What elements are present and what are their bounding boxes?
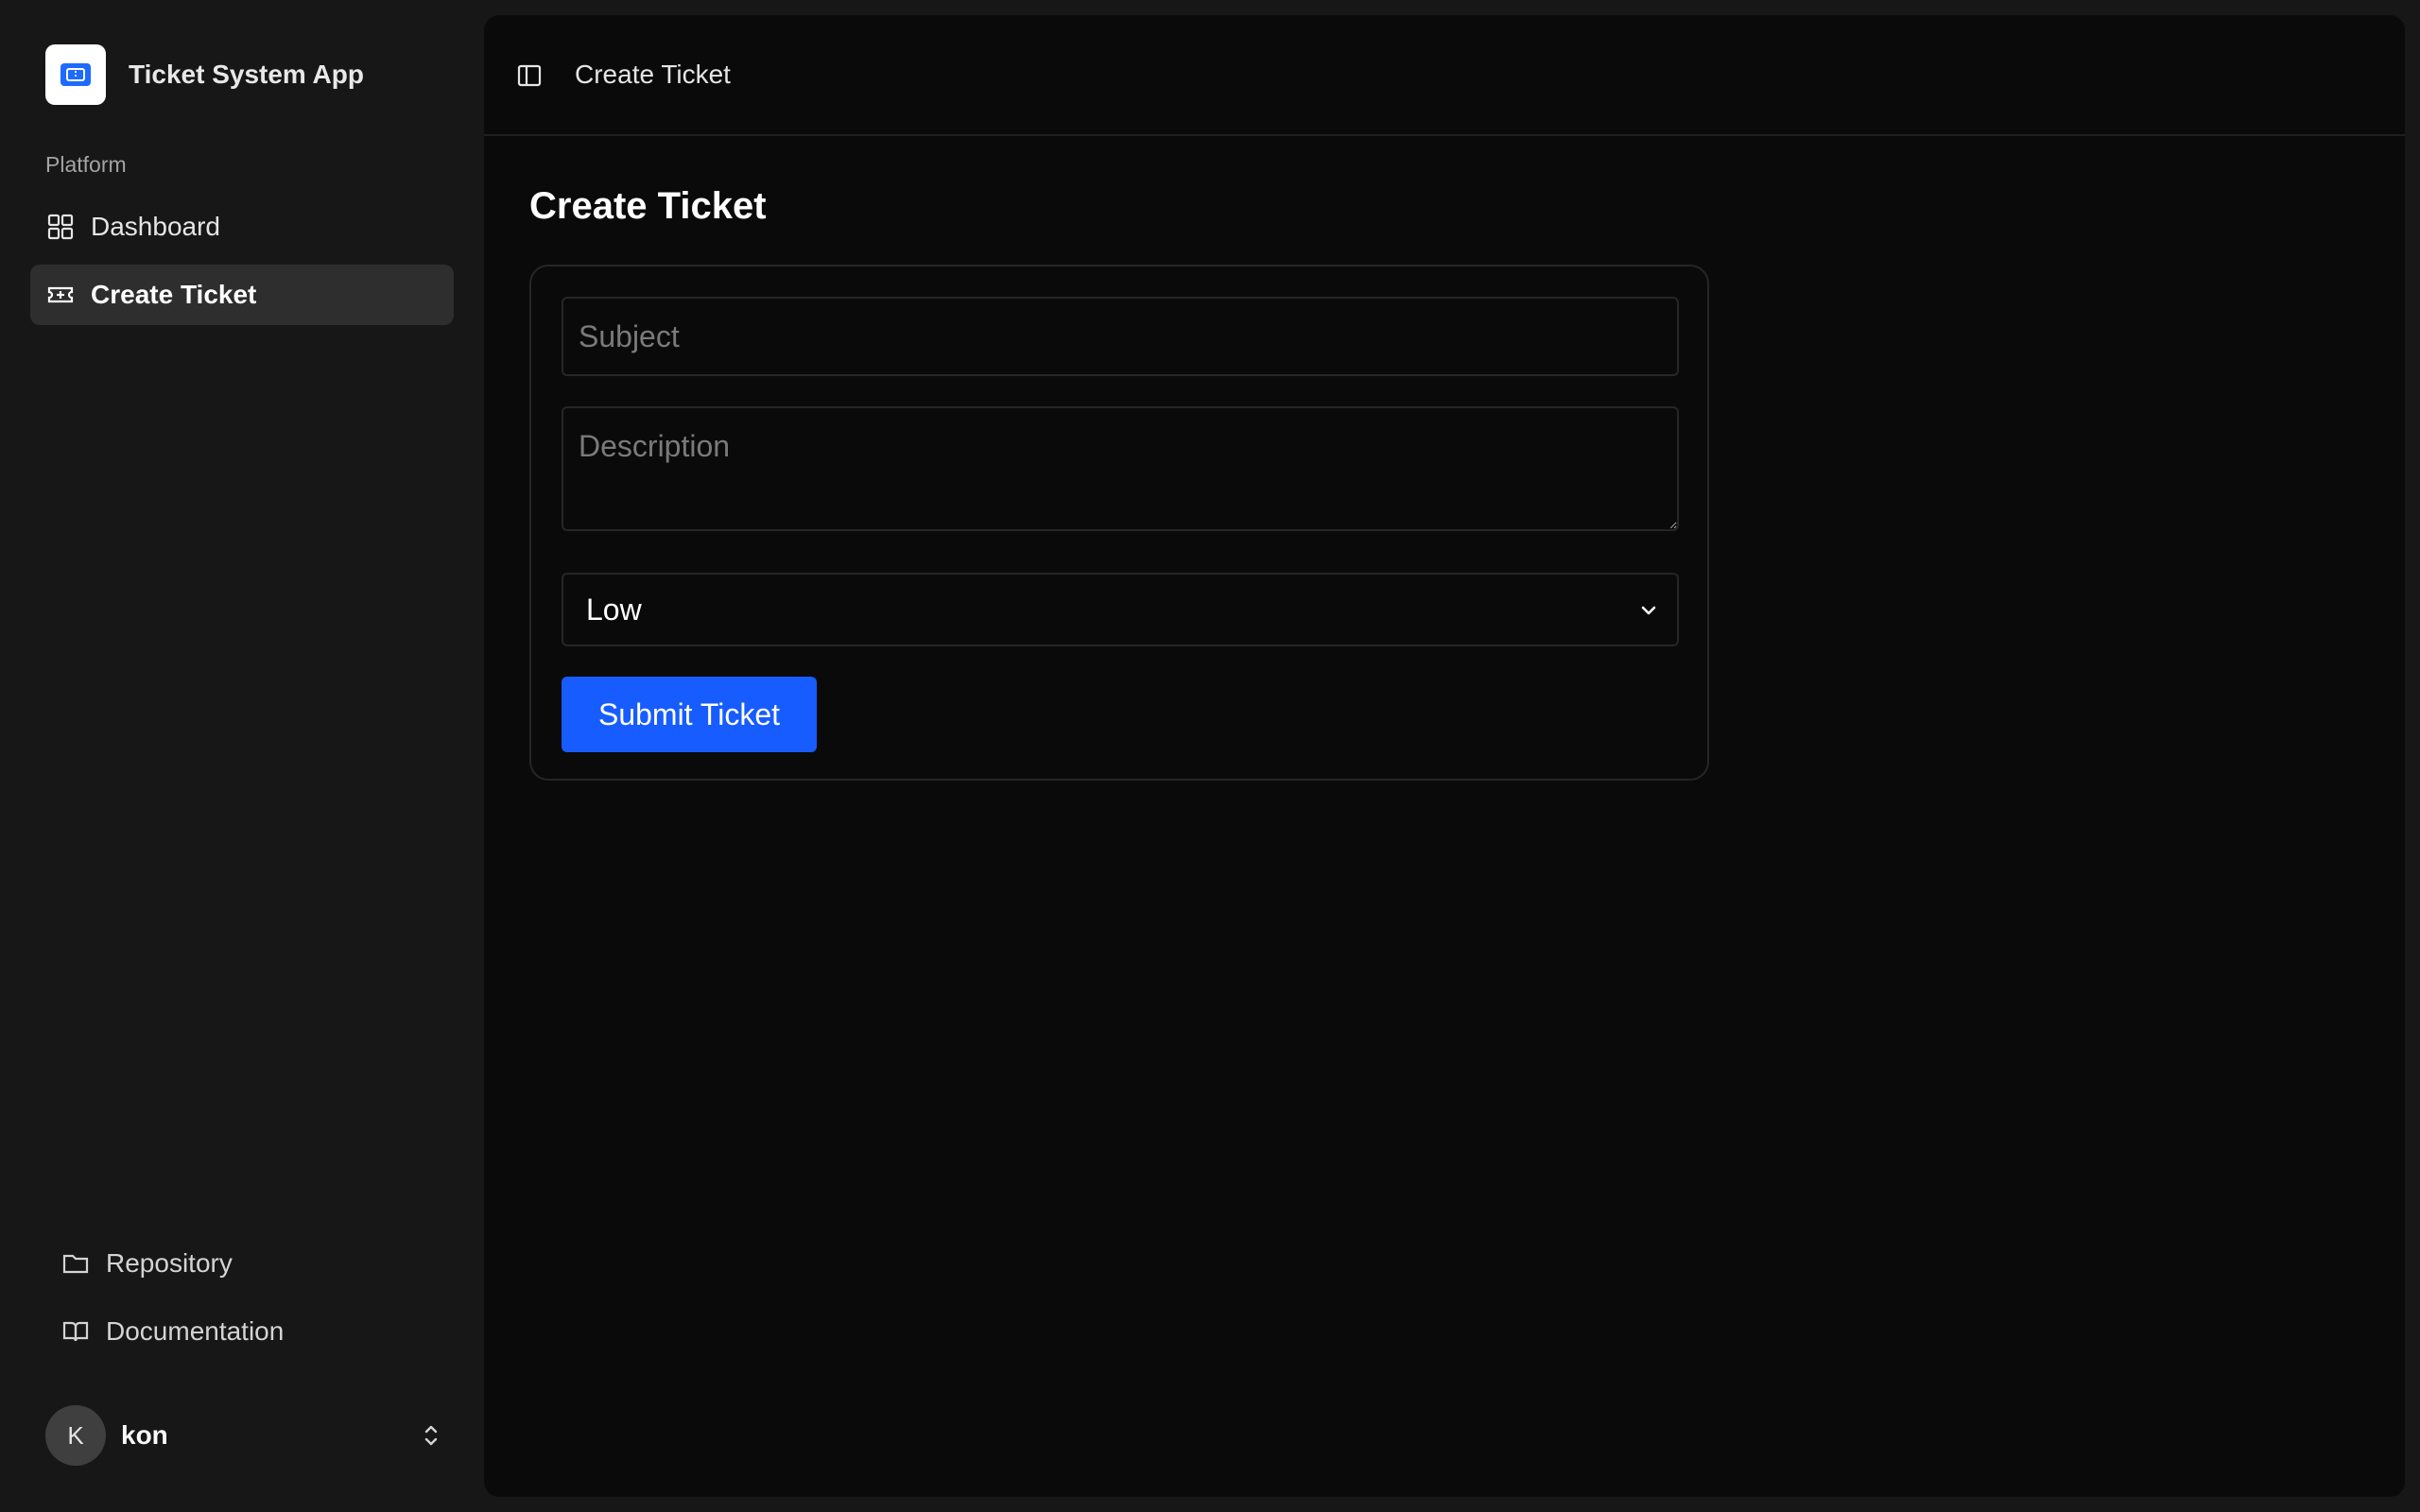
sidebar-item-label: Repository	[106, 1248, 233, 1278]
sidebar-item-label: Documentation	[106, 1316, 285, 1346]
subject-input[interactable]	[562, 297, 1679, 376]
priority-selected-value: Low	[586, 592, 642, 627]
user-menu[interactable]: K kon	[45, 1405, 446, 1466]
ticket-icon	[45, 280, 76, 310]
sidebar-item-create-ticket[interactable]: Create Ticket	[30, 265, 454, 325]
main-panel: Create Ticket Create Ticket Low Submit T…	[484, 15, 2405, 1497]
brand[interactable]: Ticket System App	[45, 44, 364, 105]
submit-ticket-button[interactable]: Submit Ticket	[562, 677, 817, 752]
sidebar-item-label: Create Ticket	[91, 280, 257, 309]
sidebar-item-dashboard[interactable]: Dashboard	[30, 197, 454, 257]
chevrons-up-down-icon	[416, 1420, 446, 1451]
app-window: Ticket System App Platform Dashboard Cre…	[0, 0, 2420, 1512]
topbar: Create Ticket	[484, 15, 2405, 136]
folder-icon	[60, 1248, 91, 1279]
sidebar-item-label: Dashboard	[91, 212, 220, 241]
platform-group-label: Platform	[45, 152, 127, 177]
sidebar: Ticket System App Platform Dashboard Cre…	[0, 0, 484, 1512]
chevron-down-icon	[1635, 597, 1662, 624]
page-title: Create Ticket	[529, 185, 767, 227]
ticket-logo-icon	[45, 44, 106, 105]
create-ticket-form: Low Submit Ticket	[529, 265, 1709, 781]
sidebar-item-documentation[interactable]: Documentation	[45, 1303, 454, 1360]
user-name: kon	[121, 1420, 168, 1450]
app-title: Ticket System App	[129, 60, 364, 89]
grid-icon	[45, 212, 76, 242]
description-textarea[interactable]	[562, 406, 1679, 531]
avatar: K	[45, 1405, 106, 1466]
sidebar-toggle-icon[interactable]	[514, 60, 544, 91]
breadcrumb: Create Ticket	[575, 60, 731, 89]
priority-select[interactable]: Low	[562, 573, 1679, 646]
book-icon	[60, 1316, 91, 1347]
sidebar-item-repository[interactable]: Repository	[45, 1235, 454, 1292]
